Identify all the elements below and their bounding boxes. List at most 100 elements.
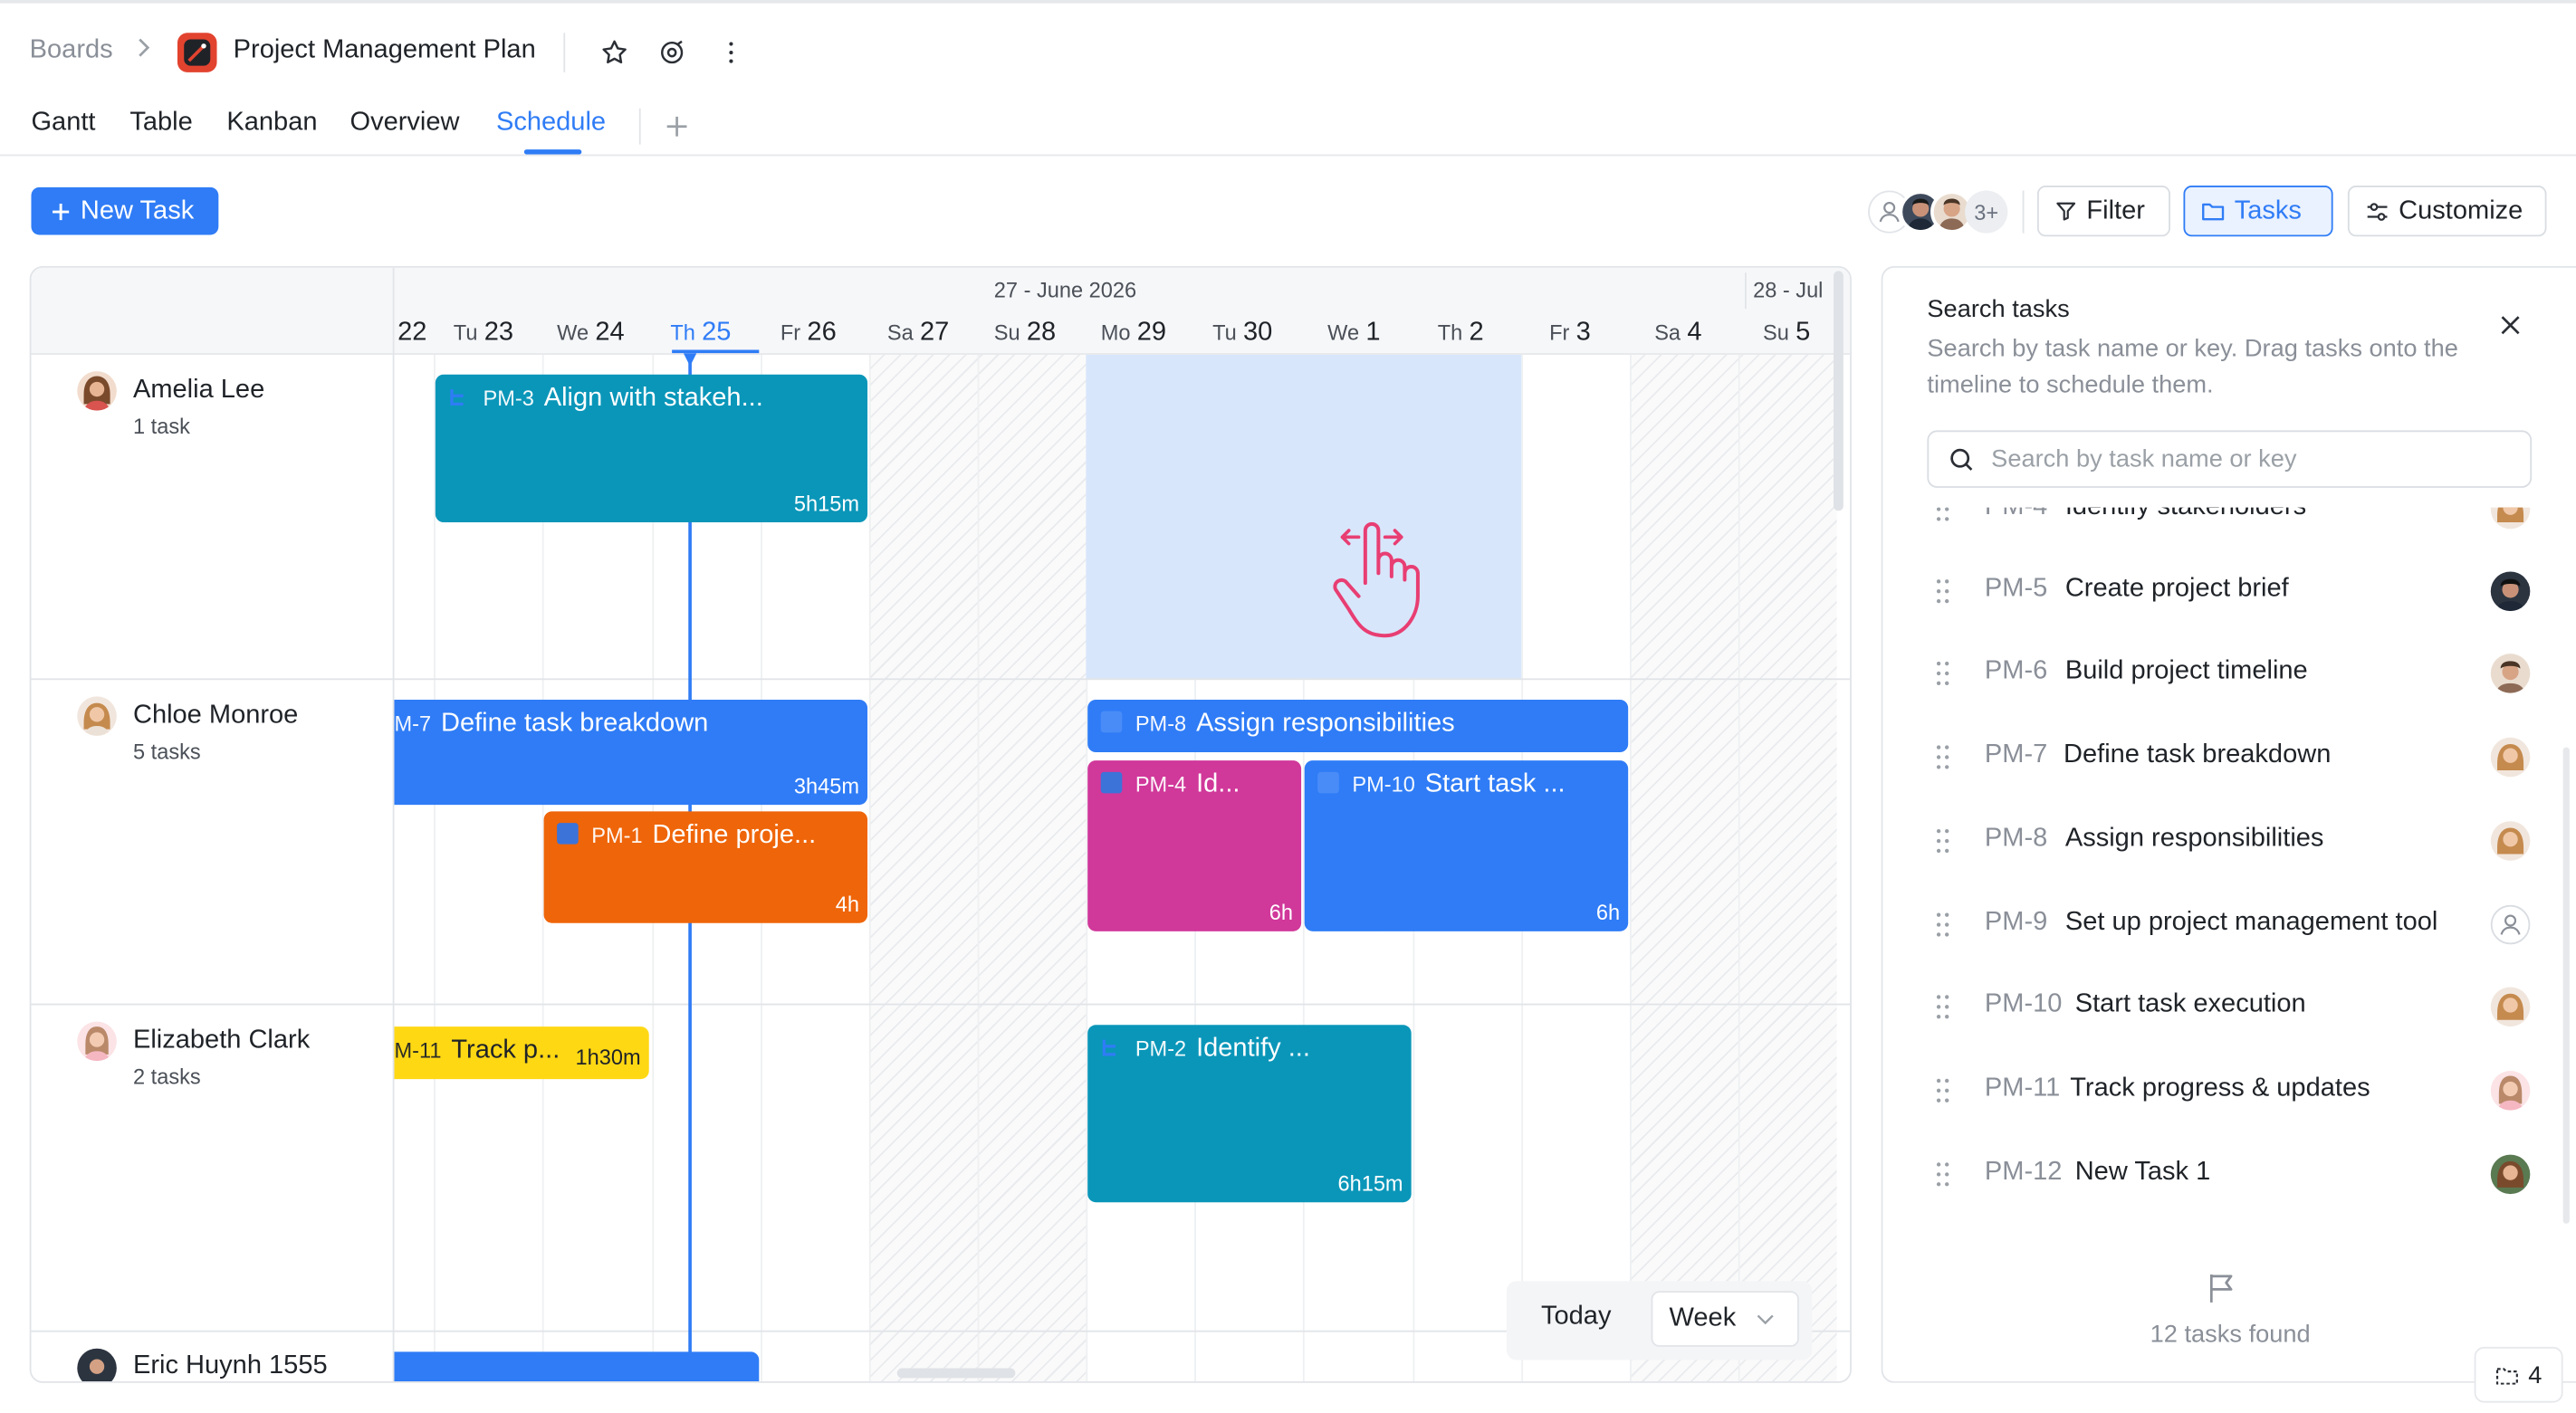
task-card-pm8[interactable]: PM-8 Assign responsibilities [1087, 699, 1629, 753]
drag-handle-icon[interactable] [1935, 828, 1949, 854]
watch-icon[interactable] [656, 36, 688, 69]
tasks-toggle-button[interactable]: Tasks [2183, 186, 2333, 237]
task-card-pm2[interactable]: PM-2 Identify ... 6h15m [1087, 1025, 1412, 1203]
timeline-header: 27 - June 2026 28 - Jul 22 Tu 23 We 24 Th 2… [31, 267, 1851, 355]
task-card-pm7[interactable]: M-7 Define task breakdown 3h45m [394, 699, 868, 806]
tab-kanban[interactable]: Kanban [226, 109, 317, 138]
task-key: M-11 [394, 1037, 442, 1063]
more-members-badge[interactable]: 3+ [1965, 190, 2008, 234]
day-header: We 1 [1327, 319, 1381, 347]
task-title: Track progress & updates [2070, 1074, 2370, 1103]
list-item[interactable]: PM-12 New Task 1 [1882, 1133, 2576, 1216]
checkbox-icon [557, 823, 579, 845]
search-field[interactable] [1927, 430, 2533, 488]
task-title: Define task breakdown [440, 709, 709, 738]
day-header: Sa 4 [1654, 319, 1702, 347]
close-icon[interactable] [2494, 309, 2526, 341]
new-task-button[interactable]: New Task [31, 186, 219, 235]
task-duration: 6h [1269, 900, 1294, 925]
list-item[interactable]: PM-8 Assign responsibilities [1882, 800, 2576, 883]
assignee-avatar [2490, 1071, 2531, 1111]
drag-handle-icon[interactable] [1935, 507, 1949, 522]
tab-overview[interactable]: Overview [350, 109, 459, 138]
name-column-border [392, 267, 395, 1381]
header-bottom-border [0, 154, 2576, 157]
drop-target-highlight[interactable] [1086, 354, 1522, 679]
task-key: PM-6 [1984, 656, 2048, 685]
task-key: PM-10 [1984, 990, 2063, 1018]
tray-icon [2495, 1368, 2518, 1385]
person-task-count: 2 tasks [132, 1064, 201, 1090]
task-duration: 1h30m [575, 1045, 641, 1070]
tab-schedule[interactable]: Schedule [496, 109, 606, 138]
day-header-today: Th 25 [670, 319, 732, 347]
task-card-pm1[interactable]: PM-1 Define proje... 4h [543, 811, 868, 923]
assignee-avatar [2490, 654, 2531, 693]
subtask-icon [1102, 1039, 1116, 1056]
breadcrumb-boards[interactable]: Boards [30, 36, 113, 66]
view-select-value: Week [1669, 1303, 1737, 1332]
lane-divider [31, 678, 1851, 681]
task-key: PM-10 [1352, 771, 1415, 797]
task-key: PM-4 [1985, 508, 2047, 522]
header-divider [563, 33, 566, 72]
drag-handle-icon[interactable] [1935, 1161, 1949, 1188]
task-duration: 6h [1595, 900, 1621, 925]
drag-handle-icon[interactable] [1935, 660, 1949, 686]
today-indicator-marker [683, 353, 697, 367]
list-item[interactable]: PM-7 Define task breakdown [1882, 716, 2576, 798]
drag-handle-icon[interactable] [1935, 912, 1949, 938]
list-item[interactable]: PM-11 Track progress & updates [1882, 1049, 2576, 1131]
list-item[interactable]: PM-10 Start task execution [1882, 966, 2576, 1048]
task-title: Start task ... [1424, 770, 1566, 798]
tab-gantt[interactable]: Gantt [31, 109, 95, 138]
list-item[interactable]: PM-4 Identify stakeholders [1882, 507, 2576, 550]
search-tasks-panel: Search tasks Search by task name or key.… [1881, 265, 2576, 1383]
drag-handle-icon[interactable] [1935, 994, 1949, 1020]
day-header: Sa 27 [886, 319, 950, 347]
notifications-badge[interactable]: 4 [2474, 1346, 2563, 1403]
task-key: PM-1 [591, 823, 643, 848]
drag-handle-icon[interactable] [1935, 1077, 1949, 1103]
vertical-scrollbar[interactable] [1833, 271, 1843, 511]
task-card-pm10[interactable]: PM-10 Start task ... 6h [1304, 760, 1629, 931]
task-duration: 3h45m [793, 773, 859, 798]
search-input[interactable] [1991, 444, 2517, 473]
task-card-pm3[interactable]: PM-3 Align with stakeh... 5h15m [435, 374, 868, 523]
tabs-divider [638, 108, 641, 145]
person-name: Eric Huynh 1555 [132, 1351, 328, 1380]
task-key: PM-11 [1984, 1074, 2061, 1103]
day-header: Th 2 [1437, 319, 1484, 347]
more-vertical-icon[interactable] [714, 36, 747, 69]
person-name: Chloe Monroe [132, 701, 299, 730]
list-item[interactable]: PM-9 Set up project management tool [1882, 883, 2576, 966]
person-task-count: 5 tasks [132, 739, 201, 764]
panel-scrollbar[interactable] [2562, 747, 2570, 1224]
today-button[interactable]: Today [1541, 1303, 1611, 1332]
task-key: PM-9 [1984, 908, 2048, 937]
task-card-pm11[interactable]: M-11 Track p... 1h30m [394, 1026, 649, 1080]
task-card[interactable] [394, 1351, 760, 1381]
project-icon [177, 33, 217, 72]
task-key: PM-12 [1984, 1158, 2063, 1187]
person-name: Amelia Lee [132, 376, 265, 405]
tab-table[interactable]: Table [129, 109, 192, 138]
panel-description: Search by task name or key. Drag tasks o… [1927, 335, 2458, 399]
view-select[interactable]: Week [1651, 1291, 1799, 1347]
task-duration: 5h15m [793, 491, 859, 516]
add-tab-icon[interactable] [664, 113, 690, 139]
month-label: 27 - June 2026 [993, 277, 1137, 302]
task-card-pm4[interactable]: PM-4 Id... 6h [1087, 760, 1302, 931]
filter-button[interactable]: Filter [2036, 186, 2170, 237]
task-title: Assign responsibilities [1196, 709, 1455, 738]
list-item[interactable]: PM-6 Build project timeline [1882, 633, 2576, 715]
task-key: PM-2 [1135, 1036, 1187, 1062]
horizontal-scrollbar[interactable] [896, 1368, 1016, 1379]
customize-button[interactable]: Customize [2347, 186, 2547, 237]
list-item[interactable]: PM-5 Create project brief [1882, 550, 2576, 633]
star-icon[interactable] [598, 36, 630, 69]
filter-label: Filter [2086, 196, 2145, 224]
day-header: 22 [397, 319, 427, 347]
drag-handle-icon[interactable] [1935, 744, 1949, 770]
drag-handle-icon[interactable] [1935, 578, 1949, 605]
